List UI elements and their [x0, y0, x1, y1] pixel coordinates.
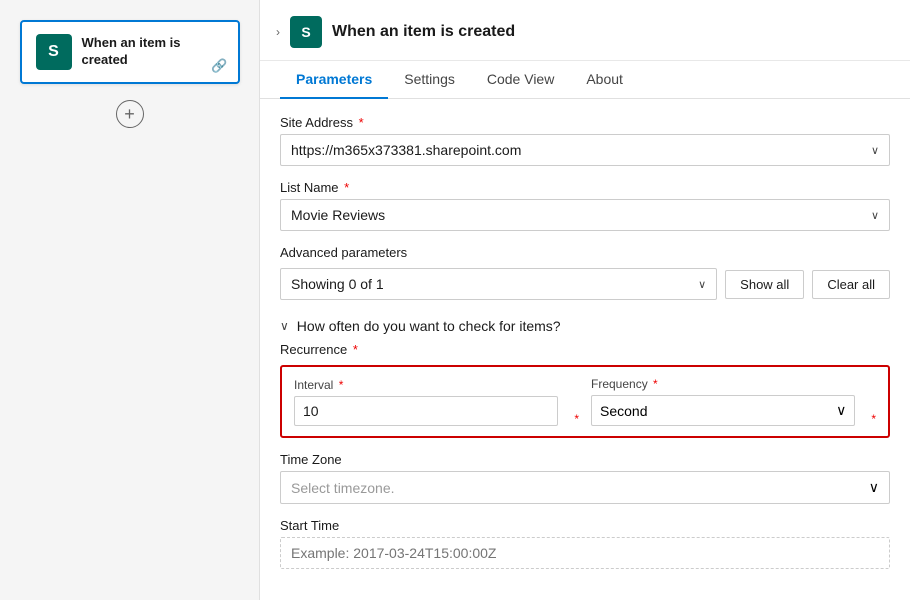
frequency-chevron-icon: ∨: [836, 402, 846, 419]
recurrence-section-title: How often do you want to check for items…: [297, 318, 561, 334]
frequency-asterisk: *: [871, 412, 876, 426]
frequency-label: Frequency *: [591, 377, 855, 391]
tab-settings[interactable]: Settings: [388, 61, 471, 99]
trigger-title: When an item is created: [82, 35, 224, 69]
list-name-chevron-icon: ∨: [871, 209, 879, 222]
list-name-value: Movie Reviews: [291, 207, 385, 223]
trigger-icon: S: [36, 34, 72, 70]
site-address-field: Site Address * https://m365x373381.share…: [280, 115, 890, 166]
site-address-value: https://m365x373381.sharepoint.com: [291, 142, 521, 158]
recurrence-label: Recurrence *: [280, 342, 890, 357]
show-all-button[interactable]: Show all: [725, 270, 804, 299]
tab-about[interactable]: About: [570, 61, 639, 99]
list-name-label: List Name *: [280, 180, 890, 195]
header-icon: S: [290, 16, 322, 48]
site-address-label: Site Address *: [280, 115, 890, 130]
site-address-dropdown[interactable]: https://m365x373381.sharepoint.com ∨: [280, 134, 890, 166]
interval-field: Interval *: [294, 378, 558, 426]
list-name-dropdown[interactable]: Movie Reviews ∨: [280, 199, 890, 231]
timezone-chevron-icon: ∨: [869, 479, 879, 496]
clear-all-button[interactable]: Clear all: [812, 270, 890, 299]
start-time-label: Start Time: [280, 518, 890, 533]
frequency-dropdown[interactable]: Second ∨: [591, 395, 855, 426]
interval-label: Interval *: [294, 378, 558, 392]
advanced-parameters-dropdown[interactable]: Showing 0 of 1 ∨: [280, 268, 717, 300]
list-name-field: List Name * Movie Reviews ∨: [280, 180, 890, 231]
right-panel: › S When an item is created Parameters S…: [260, 0, 910, 600]
advanced-parameters-label: Advanced parameters: [280, 245, 890, 260]
advanced-parameters-row: Showing 0 of 1 ∨ Show all Clear all: [280, 268, 890, 300]
add-step-button[interactable]: +: [116, 100, 144, 128]
panel-header: › S When an item is created: [260, 0, 910, 61]
advanced-parameters-value: Showing 0 of 1: [291, 276, 384, 292]
frequency-field: Frequency * Second ∨: [591, 377, 855, 426]
timezone-placeholder: Select timezone.: [291, 480, 395, 496]
link-icon: 🔗: [211, 58, 227, 74]
panel-title: When an item is created: [332, 23, 515, 41]
recurrence-field: Recurrence * Interval * *: [280, 342, 890, 438]
tab-parameters[interactable]: Parameters: [280, 61, 388, 99]
recurrence-section-header[interactable]: ∨ How often do you want to check for ite…: [280, 318, 890, 334]
start-time-field: Start Time: [280, 518, 890, 569]
tabs-bar: Parameters Settings Code View About: [260, 61, 910, 99]
timezone-dropdown[interactable]: Select timezone. ∨: [280, 471, 890, 504]
tab-code-view[interactable]: Code View: [471, 61, 570, 99]
breadcrumb-chevron: ›: [276, 25, 280, 39]
panel-content: Site Address * https://m365x373381.share…: [260, 99, 910, 585]
site-address-chevron-icon: ∨: [871, 144, 879, 157]
interval-input[interactable]: [294, 396, 558, 426]
interval-asterisk: *: [574, 412, 579, 426]
start-time-input[interactable]: [280, 537, 890, 569]
left-panel: S When an item is created 🔗 +: [0, 0, 260, 600]
recurrence-row: Interval * * Frequency * Second ∨: [294, 377, 876, 426]
advanced-parameters-chevron-icon: ∨: [698, 278, 706, 291]
recurrence-box: Interval * * Frequency * Second ∨: [280, 365, 890, 438]
timezone-field: Time Zone Select timezone. ∨: [280, 452, 890, 504]
advanced-parameters-field: Advanced parameters Showing 0 of 1 ∨ Sho…: [280, 245, 890, 300]
frequency-value: Second: [600, 403, 647, 419]
trigger-card[interactable]: S When an item is created 🔗: [20, 20, 240, 84]
recurrence-collapse-icon: ∨: [280, 319, 289, 333]
timezone-label: Time Zone: [280, 452, 890, 467]
